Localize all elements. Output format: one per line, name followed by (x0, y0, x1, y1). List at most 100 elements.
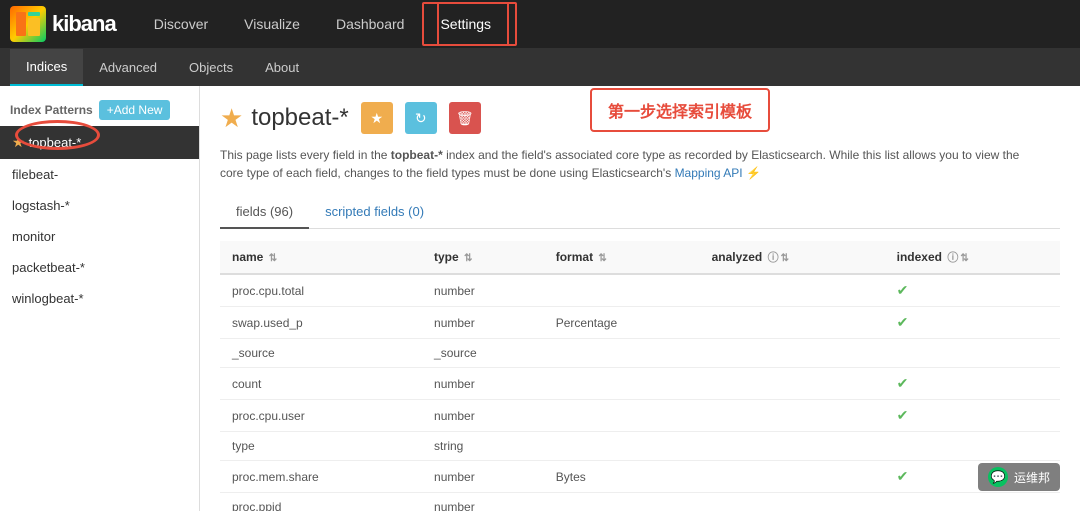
info-indexed-icon: ⓘ (947, 252, 958, 264)
nav-indices[interactable]: Indices (10, 49, 83, 86)
col-type[interactable]: type ⇅ (422, 241, 544, 274)
cell-type: _source (422, 339, 544, 368)
main-content: ★ topbeat-* ★ ↻ 🗑 This page lists every … (200, 86, 1080, 511)
cell-type: number (422, 493, 544, 511)
col-indexed[interactable]: indexed ⓘ⇅ (885, 241, 1060, 274)
tab-scripted-fields[interactable]: scripted fields (0) (309, 196, 440, 229)
fields-table: name ⇅ type ⇅ format ⇅ analyzed ⓘ⇅ index… (220, 241, 1060, 511)
sort-indexed-icon: ⇅ (960, 253, 968, 264)
table-row: proc.ppid number (220, 493, 1060, 511)
logo-text: kibana (52, 11, 116, 37)
cell-name: count (220, 368, 422, 400)
cell-format: Bytes (544, 461, 700, 493)
cell-format (544, 339, 700, 368)
cell-indexed: ✔ (885, 368, 1060, 400)
sidebar-item-packetbeat[interactable]: packetbeat-* (0, 252, 199, 283)
description-text: This page lists every field in the topbe… (220, 146, 1040, 182)
nav-dashboard[interactable]: Dashboard (318, 2, 423, 46)
table-row: proc.mem.share number Bytes ✔ (220, 461, 1060, 493)
cell-name: type (220, 432, 422, 461)
cell-type: number (422, 274, 544, 307)
col-format[interactable]: format ⇅ (544, 241, 700, 274)
sort-analyzed-icon: ⇅ (781, 253, 789, 264)
col-name[interactable]: name ⇅ (220, 241, 422, 274)
cell-format: Percentage (544, 307, 700, 339)
table-row: count number ✔ (220, 368, 1060, 400)
wechat-icon: 💬 (988, 467, 1008, 487)
nav-discover[interactable]: Discover (136, 2, 226, 46)
cell-name: proc.cpu.total (220, 274, 422, 307)
sidebar-item-label: packetbeat-* (12, 260, 85, 275)
cell-indexed: ✔ (885, 400, 1060, 432)
cell-analyzed (700, 307, 885, 339)
col-analyzed[interactable]: analyzed ⓘ⇅ (700, 241, 885, 274)
watermark-text: 运维邦 (1014, 469, 1050, 486)
nav-visualize[interactable]: Visualize (226, 2, 318, 46)
cell-name: proc.mem.share (220, 461, 422, 493)
mapping-api-link[interactable]: Mapping API ⚡ (675, 166, 761, 180)
cell-analyzed (700, 274, 885, 307)
cell-indexed (885, 493, 1060, 511)
add-new-button[interactable]: +Add New (99, 100, 171, 120)
sort-format-icon: ⇅ (598, 253, 606, 264)
sidebar-item-label: logstash-* (12, 198, 70, 213)
sidebar-item-label: winlogbeat-* (12, 291, 84, 306)
table-row: type string (220, 432, 1060, 461)
sidebar: Index Patterns +Add New ★ topbeat-* file… (0, 86, 200, 511)
sidebar-item-monitor[interactable]: monitor (0, 221, 199, 252)
sort-name-icon: ⇅ (269, 253, 277, 264)
sidebar-item-logstash[interactable]: logstash-* (0, 190, 199, 221)
content-area: Index Patterns +Add New ★ topbeat-* file… (0, 86, 1080, 511)
index-title: ★ topbeat-* (220, 103, 349, 134)
tab-fields[interactable]: fields (96) (220, 196, 309, 229)
annotation-box: 第一步选择索引模板 (590, 88, 770, 132)
cell-analyzed (700, 432, 885, 461)
top-nav-items: Discover Visualize Dashboard Settings (136, 2, 509, 46)
cell-indexed (885, 339, 1060, 368)
cell-type: number (422, 368, 544, 400)
table-row: _source _source (220, 339, 1060, 368)
logo-area: kibana (10, 6, 116, 42)
table-row: swap.used_p number Percentage ✔ (220, 307, 1060, 339)
cell-indexed: ✔ (885, 274, 1060, 307)
cell-indexed (885, 432, 1060, 461)
sidebar-item-filebeat[interactable]: filebeat- (0, 159, 199, 190)
cell-format (544, 432, 700, 461)
sidebar-item-winlogbeat[interactable]: winlogbeat-* (0, 283, 199, 314)
nav-advanced[interactable]: Advanced (83, 50, 173, 85)
cell-type: number (422, 461, 544, 493)
refresh-button[interactable]: ↻ (405, 102, 437, 134)
star-big-icon: ★ (220, 103, 243, 134)
cell-name: proc.cpu.user (220, 400, 422, 432)
nav-settings[interactable]: Settings (422, 2, 509, 46)
table-row: proc.cpu.total number ✔ (220, 274, 1060, 307)
cell-name: proc.ppid (220, 493, 422, 511)
delete-button[interactable]: 🗑 (449, 102, 481, 134)
sidebar-item-label: filebeat- (12, 167, 58, 182)
sidebar-item-label: monitor (12, 229, 55, 244)
second-navigation: Indices Advanced Objects About (0, 48, 1080, 86)
cell-format (544, 368, 700, 400)
index-patterns-label: Index Patterns (10, 103, 93, 117)
cell-format (544, 274, 700, 307)
nav-about[interactable]: About (249, 50, 315, 85)
cell-indexed: ✔ (885, 307, 1060, 339)
cell-name: _source (220, 339, 422, 368)
cell-analyzed (700, 368, 885, 400)
nav-objects[interactable]: Objects (173, 50, 249, 85)
sidebar-header: Index Patterns +Add New (0, 94, 199, 126)
sidebar-item-topbeat[interactable]: ★ topbeat-* (0, 126, 199, 159)
watermark: 💬 运维邦 (978, 463, 1060, 491)
cell-format (544, 400, 700, 432)
cell-analyzed (700, 493, 885, 511)
sidebar-item-label: topbeat-* (29, 135, 82, 150)
cell-name: swap.used_p (220, 307, 422, 339)
cell-type: string (422, 432, 544, 461)
info-analyzed-icon: ⓘ (768, 252, 779, 264)
cell-analyzed (700, 400, 885, 432)
logo-icon (10, 6, 46, 42)
star-icon: ★ (12, 134, 25, 151)
cell-format (544, 493, 700, 511)
cell-type: number (422, 400, 544, 432)
set-default-button[interactable]: ★ (361, 102, 393, 134)
